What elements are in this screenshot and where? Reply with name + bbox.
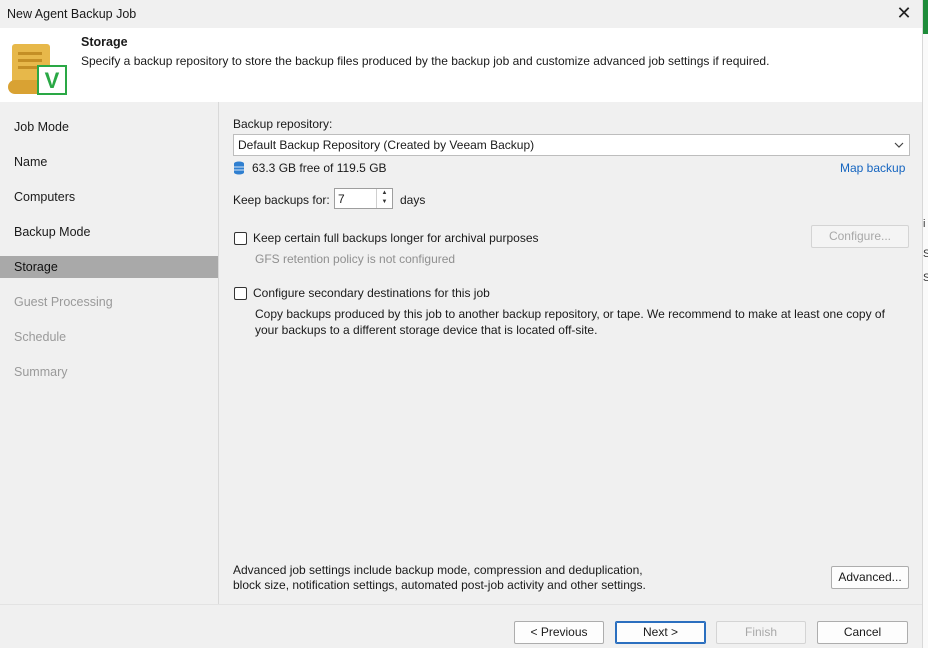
secondary-destinations-checkbox[interactable]	[234, 287, 247, 300]
wizard-header: V Storage Specify a backup repository to…	[0, 28, 922, 102]
next-button[interactable]: Next >	[615, 621, 706, 644]
advanced-description-line2: block size, notification settings, autom…	[233, 578, 646, 592]
gfs-status-text: GFS retention policy is not configured	[255, 252, 456, 266]
close-icon[interactable]: ✕	[892, 2, 916, 26]
stepper-up-icon[interactable]: ▲	[377, 189, 392, 198]
step-backup-mode[interactable]: Backup Mode	[0, 221, 218, 243]
page-description: Specify a backup repository to store the…	[81, 54, 770, 68]
repository-dropdown[interactable]: Default Backup Repository (Created by Ve…	[233, 134, 910, 156]
step-schedule: Schedule	[14, 330, 67, 344]
page-title: Storage	[81, 35, 128, 49]
edge-fragment: Se	[923, 248, 928, 260]
free-space-text: 63.3 GB free of 119.5 GB	[252, 161, 387, 175]
step-job-mode[interactable]: Job Mode	[0, 116, 218, 138]
repository-value: Default Backup Repository (Created by Ve…	[238, 138, 535, 152]
background-window-edge: i Se Se	[922, 0, 928, 648]
background-accent	[923, 0, 928, 34]
gfs-checkbox-label[interactable]: Keep certain full backups longer for arc…	[253, 231, 539, 245]
finish-button: Finish	[716, 621, 806, 644]
map-backup-link[interactable]: Map backup	[840, 161, 905, 175]
database-icon	[234, 161, 244, 175]
previous-button[interactable]: < Previous	[514, 621, 604, 644]
keep-backups-label: Keep backups for:	[233, 193, 330, 207]
step-name[interactable]: Name	[0, 151, 218, 173]
step-summary: Summary	[14, 365, 68, 379]
keep-backups-stepper[interactable]: 7 ▲ ▼	[334, 188, 393, 209]
cancel-button[interactable]: Cancel	[817, 621, 908, 644]
advanced-description-line1: Advanced job settings include backup mod…	[233, 563, 643, 577]
storage-panel: Backup repository: Default Backup Reposi…	[220, 102, 922, 604]
scroll-with-checkmark-icon: V	[8, 44, 67, 95]
step-storage[interactable]: Storage	[0, 256, 218, 278]
configure-button[interactable]: Configure...	[811, 225, 909, 248]
chevron-down-icon	[894, 142, 904, 148]
keep-backups-unit: days	[400, 193, 426, 207]
stepper-arrows: ▲ ▼	[376, 189, 392, 208]
secondary-destinations-label[interactable]: Configure secondary destinations for thi…	[253, 286, 490, 300]
stepper-down-icon[interactable]: ▼	[377, 198, 392, 207]
secondary-description-line1: Copy backups produced by this job to ano…	[255, 307, 885, 321]
gfs-checkbox[interactable]	[234, 232, 247, 245]
window-title: New Agent Backup Job	[7, 7, 137, 21]
advanced-button[interactable]: Advanced...	[831, 566, 909, 589]
secondary-description-line2: your backups to a different storage devi…	[255, 323, 598, 337]
title-bar: New Agent Backup Job ✕	[0, 0, 922, 28]
logo-letter: V	[45, 68, 60, 93]
repository-label: Backup repository:	[233, 117, 333, 131]
step-guest-processing: Guest Processing	[14, 295, 113, 309]
keep-backups-value: 7	[338, 192, 345, 206]
edge-fragment: Se	[923, 272, 928, 284]
wizard-footer: < Previous Next > Finish Cancel	[0, 604, 922, 648]
edge-fragment: i	[923, 218, 926, 230]
wizard-steps: Job Mode Name Computers Backup Mode Stor…	[0, 102, 219, 604]
step-computers[interactable]: Computers	[0, 186, 218, 208]
